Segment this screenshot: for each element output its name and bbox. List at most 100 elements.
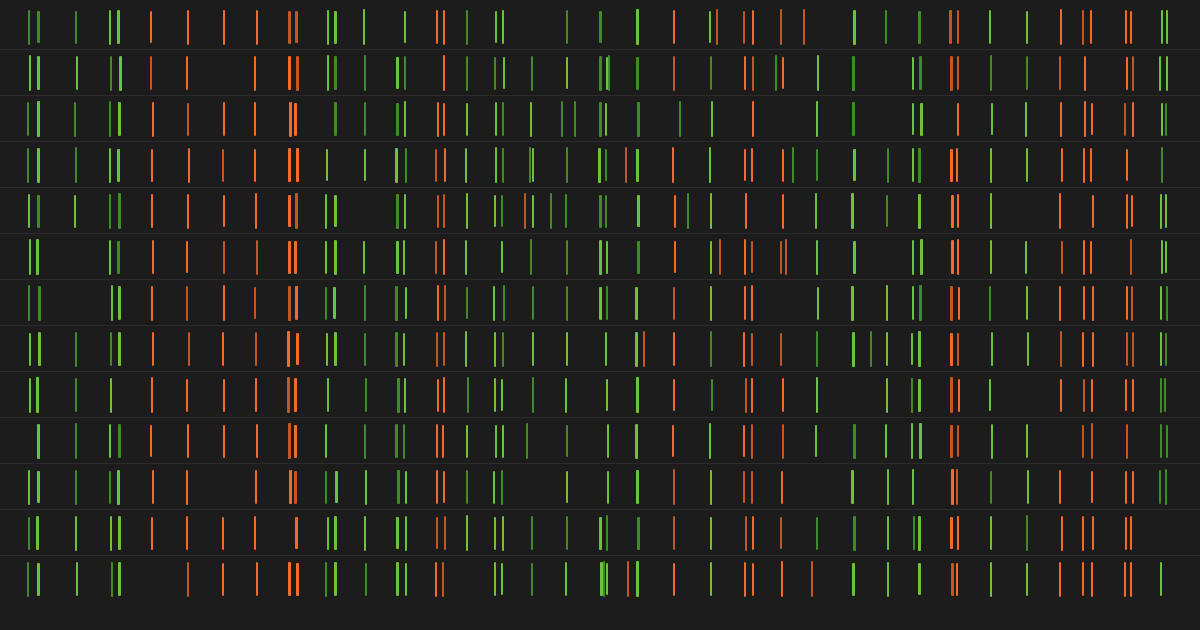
- stripe: [886, 285, 888, 321]
- stripe: [887, 469, 889, 505]
- stripe: [566, 471, 568, 503]
- stripe: [187, 9, 189, 45]
- stripe: [27, 561, 29, 597]
- stripe: [672, 147, 674, 183]
- stripe: [437, 194, 439, 228]
- stripe: [494, 378, 496, 412]
- stripe: [186, 241, 188, 273]
- stripe: [222, 562, 224, 596]
- stripe: [223, 195, 225, 227]
- stripe: [565, 377, 567, 413]
- stripe: [780, 9, 782, 45]
- stripe: [327, 9, 329, 45]
- stripe: [911, 423, 913, 459]
- stripe: [109, 147, 111, 183]
- stripe: [561, 101, 563, 137]
- stripe: [1131, 195, 1133, 227]
- stripe: [599, 286, 602, 320]
- stripe: [635, 331, 638, 367]
- stripe: [886, 377, 888, 413]
- stripe: [1161, 240, 1163, 274]
- stripe: [152, 240, 154, 274]
- stripe-row: [0, 372, 1200, 418]
- stripe: [1090, 10, 1092, 44]
- stripe: [785, 239, 787, 275]
- stripe: [1026, 562, 1028, 596]
- stripe: [817, 55, 819, 91]
- stripe: [957, 102, 959, 136]
- stripe: [673, 332, 675, 366]
- stripe: [1125, 379, 1127, 411]
- stripe: [74, 101, 76, 137]
- stripe: [75, 147, 77, 183]
- stripe: [1160, 562, 1162, 596]
- stripe: [502, 102, 504, 136]
- stripe: [852, 562, 855, 596]
- stripe: [118, 424, 121, 458]
- stripe: [816, 239, 818, 275]
- stripe: [395, 147, 398, 183]
- stripe: [853, 149, 856, 181]
- stripe: [75, 331, 77, 367]
- stripe: [444, 516, 446, 550]
- stripe: [635, 286, 638, 320]
- stripe: [710, 516, 712, 550]
- stripe: [851, 193, 854, 229]
- stripe: [495, 424, 497, 458]
- stripe: [334, 102, 337, 136]
- stripe: [851, 285, 854, 321]
- stripe-row: [0, 188, 1200, 234]
- stripe: [636, 377, 639, 413]
- stripe: [606, 515, 608, 551]
- stripe: [494, 331, 496, 367]
- stripe: [255, 193, 257, 229]
- stripe: [466, 193, 468, 229]
- stripe: [1084, 55, 1086, 91]
- stripe: [1090, 148, 1092, 182]
- stripe: [743, 425, 745, 457]
- stripe: [118, 516, 121, 550]
- stripe: [254, 102, 256, 136]
- stripe: [325, 561, 327, 597]
- stripe: [150, 425, 152, 457]
- stripe: [296, 148, 299, 182]
- stripe: [396, 517, 399, 549]
- stripe: [288, 285, 291, 321]
- stripe: [222, 516, 224, 550]
- stripe: [911, 377, 913, 413]
- stripe: [466, 287, 468, 319]
- stripe: [188, 147, 190, 183]
- stripe: [1132, 378, 1134, 412]
- stripe: [466, 470, 468, 504]
- stripe: [255, 332, 257, 366]
- stripe: [709, 11, 711, 43]
- stripe: [599, 101, 602, 137]
- stripe: [918, 193, 921, 229]
- stripe: [1161, 10, 1163, 44]
- stripe: [635, 423, 638, 459]
- stripe: [957, 56, 959, 90]
- stripe: [603, 561, 605, 597]
- stripe: [950, 148, 953, 182]
- stripe: [256, 424, 258, 458]
- stripe: [710, 562, 712, 596]
- stripe: [110, 515, 112, 551]
- stripe: [395, 424, 398, 458]
- stripe: [950, 285, 953, 321]
- stripe: [674, 241, 676, 273]
- stripe: [607, 470, 609, 504]
- stripe: [501, 379, 503, 411]
- stripe: [1091, 103, 1093, 135]
- stripe: [1165, 332, 1167, 366]
- stripe: [574, 101, 576, 137]
- stripe: [1060, 331, 1062, 367]
- stripe: [950, 332, 953, 366]
- stripe: [118, 562, 121, 596]
- stripe: [109, 9, 111, 45]
- stripe: [887, 561, 889, 597]
- stripe: [29, 377, 31, 413]
- stripe: [405, 470, 407, 504]
- stripe: [287, 377, 290, 413]
- stripe: [870, 331, 872, 367]
- stripe: [1059, 285, 1061, 321]
